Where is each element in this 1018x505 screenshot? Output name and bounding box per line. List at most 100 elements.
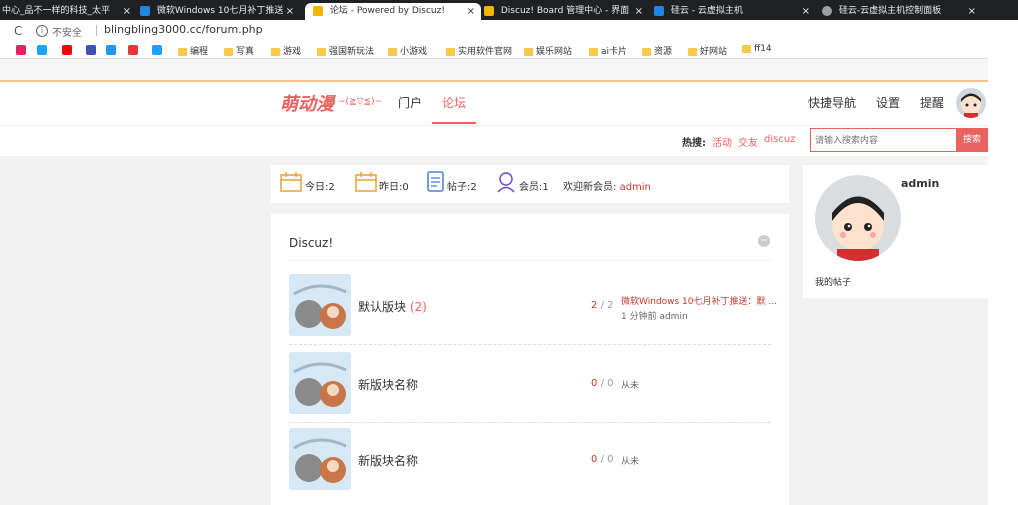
- tab-title: 微软Windows 10七月补丁推送: [156, 6, 284, 16]
- forum-favicon-icon: [313, 5, 323, 16]
- forum-thread-count: 0 / 0: [591, 378, 614, 389]
- last-post-meta: 1 分钟前 admin: [621, 312, 688, 322]
- search-bar-row: 热搜: 活动 交友 discuz 搜索: [0, 125, 988, 156]
- notifications-link[interactable]: 提醒: [920, 94, 944, 111]
- new-member-link[interactable]: admin: [620, 182, 651, 193]
- nav-forum[interactable]: 论坛: [442, 94, 466, 111]
- hot-link-dating[interactable]: 交友: [738, 134, 758, 149]
- url-text[interactable]: blingbling3000.cc/forum.php: [104, 23, 263, 36]
- bookmark-folder[interactable]: 游戏: [271, 44, 301, 57]
- new-member-welcome: 欢迎新会员: admin: [563, 182, 651, 193]
- tab-close-icon[interactable]: ×: [286, 3, 294, 20]
- browser-tab[interactable]: 中心_品不一样的科技_太平 ×: [0, 3, 137, 20]
- profile-avatar[interactable]: [815, 175, 901, 261]
- forum-thumbnail-image[interactable]: [289, 352, 351, 414]
- quick-nav-link[interactable]: 快捷导航: [808, 94, 856, 111]
- tab-title: Discuz! Board 管理中心 - 界面: [500, 6, 630, 16]
- forum-thumbnail-image[interactable]: [289, 274, 351, 336]
- bookmark-folder[interactable]: ai卡片: [589, 44, 627, 57]
- browser-tab[interactable]: Discuz! Board 管理中心 - 界面 ×: [484, 3, 649, 20]
- bookmarks-bar: 编程 写真 游戏 强国新玩法 小游戏 实用软件官网 娱乐网站 ai卡片 资源 好…: [0, 42, 1018, 58]
- forum-last-post: 微软Windows 10七月补丁推送：默 ... 1 分钟前 admin: [621, 294, 777, 322]
- browser-tab[interactable]: 硅云 - 云虚拟主机 ×: [654, 3, 816, 20]
- row-divider: [289, 344, 771, 345]
- folder-icon: [589, 47, 598, 56]
- address-row: C i 不安全 blingbling3000.cc/forum.php: [0, 20, 1018, 42]
- tab-title: 中心_品不一样的科技_太平: [2, 6, 111, 16]
- url-divider: [96, 25, 97, 36]
- forum-thumbnail-image[interactable]: [289, 428, 351, 490]
- app-icon[interactable]: [128, 45, 138, 55]
- forum-name[interactable]: 默认版块 (2): [358, 298, 427, 315]
- document-icon: [427, 171, 444, 192]
- tab-title: 硅云-云虚拟主机控制面板: [838, 6, 942, 16]
- settings-link[interactable]: 设置: [876, 94, 900, 111]
- stat-members: 会员:1: [519, 182, 549, 193]
- browser-toolbar: C i 不安全 blingbling3000.cc/forum.php 编程 写…: [0, 20, 1018, 58]
- info-icon[interactable]: i: [36, 25, 48, 37]
- bookmark-folder[interactable]: 强国新玩法: [317, 44, 374, 57]
- bookmark-folder[interactable]: 小游戏: [388, 44, 427, 57]
- tab-close-icon[interactable]: ×: [123, 3, 131, 20]
- profile-username[interactable]: admin: [901, 177, 939, 190]
- bookmark-folder[interactable]: 好网站: [688, 44, 727, 57]
- bookmark-folder[interactable]: 编程: [178, 44, 208, 57]
- tab-close-icon[interactable]: ×: [802, 3, 810, 20]
- folder-icon: [224, 47, 233, 56]
- collapse-toggle-icon[interactable]: −: [758, 235, 770, 247]
- forum-group-card: Discuz! − 默认版块 (2) 2 / 2 微软Windows 10七月补…: [271, 214, 789, 505]
- toolbar-divider: [0, 58, 1018, 81]
- hot-link-activity[interactable]: 活动: [712, 134, 732, 149]
- stat-today: 今日:2: [305, 182, 335, 193]
- forum-row[interactable]: 默认版块 (2) 2 / 2 微软Windows 10七月补丁推送：默 ... …: [289, 274, 777, 342]
- security-label: 不安全: [52, 28, 82, 39]
- cloud-favicon-icon: [654, 5, 664, 16]
- reload-icon[interactable]: C: [14, 24, 22, 38]
- app-icon[interactable]: [106, 45, 116, 55]
- globe-favicon-icon: [822, 5, 832, 16]
- bookmark-folder[interactable]: ff14: [742, 44, 772, 54]
- bookmark-folder[interactable]: 写真: [224, 44, 254, 57]
- forum-thread-count: 0 / 0: [591, 454, 614, 465]
- folder-icon: [742, 44, 751, 53]
- group-title-divider: [289, 260, 771, 261]
- youtube-icon[interactable]: [62, 45, 72, 55]
- twitter-icon[interactable]: [152, 45, 162, 55]
- browser-tab[interactable]: 硅云-云虚拟主机控制面板 ×: [822, 3, 982, 20]
- search-input[interactable]: [810, 128, 960, 152]
- forum-last-post: 从未: [621, 381, 640, 391]
- header-avatar[interactable]: [956, 88, 986, 118]
- forum-row[interactable]: 新版块名称 0 / 0 从未: [289, 352, 771, 420]
- search-button[interactable]: 搜索: [956, 128, 988, 152]
- hot-link-discuz[interactable]: discuz: [764, 134, 795, 145]
- instagram-icon[interactable]: [16, 45, 26, 55]
- tab-title: 论坛 - Powered by Discuz!: [329, 6, 445, 16]
- site-logo[interactable]: 萌动漫: [280, 90, 334, 116]
- folder-icon: [178, 47, 187, 56]
- calendar-today-icon: [280, 172, 302, 192]
- windows-favicon-icon: [140, 5, 150, 16]
- tab-close-icon[interactable]: ×: [635, 3, 643, 20]
- nav-portal[interactable]: 门户: [398, 94, 422, 111]
- folder-icon: [688, 47, 697, 56]
- bookmark-folder[interactable]: 实用软件官网: [446, 44, 512, 57]
- browser-tab-bar: 中心_品不一样的科技_太平 × 微软Windows 10七月补丁推送 × 论坛 …: [0, 0, 1018, 20]
- forum-name[interactable]: 新版块名称: [358, 452, 418, 469]
- forum-name[interactable]: 新版块名称: [358, 376, 418, 393]
- row-divider: [289, 422, 771, 423]
- stat-yesterday: 昨日:0: [379, 182, 409, 193]
- browser-tab[interactable]: 微软Windows 10七月补丁推送 ×: [140, 3, 300, 20]
- browser-tab-active[interactable]: 论坛 - Powered by Discuz! ×: [305, 3, 481, 20]
- bookmark-folder[interactable]: 娱乐网站: [524, 44, 572, 57]
- my-posts-link[interactable]: 我的帖子: [815, 275, 851, 288]
- tab-close-icon[interactable]: ×: [968, 3, 976, 20]
- forum-row[interactable]: 新版块名称 0 / 0 从未: [289, 428, 771, 496]
- app-icon[interactable]: [86, 45, 96, 55]
- tab-close-icon[interactable]: ×: [467, 3, 475, 20]
- folder-icon: [642, 47, 651, 56]
- last-post-link[interactable]: 微软Windows 10七月补丁推送：默 ...: [621, 294, 777, 307]
- site-logo-sub: ~(≧▽≦)~: [338, 97, 383, 107]
- bookmark-folder[interactable]: 资源: [642, 44, 672, 57]
- bilibili-icon[interactable]: [37, 45, 47, 55]
- folder-icon: [524, 47, 533, 56]
